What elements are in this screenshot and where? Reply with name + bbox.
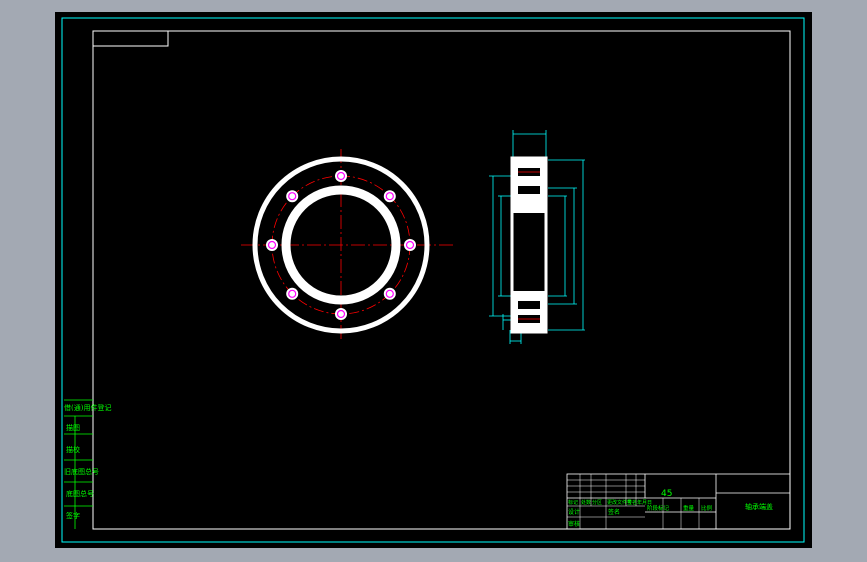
outer-frame: [61, 17, 805, 543]
stamp-label-base-no: 底图总号: [66, 489, 94, 498]
drawing-code-box: [92, 30, 169, 47]
stamp-label-trace: 描图: [66, 423, 80, 432]
front-view: [241, 149, 455, 342]
bolt-hole-5: [335, 308, 347, 320]
col-label-sign: 签名: [627, 499, 637, 506]
bolt-hole-2: [383, 190, 396, 203]
cad-drawing: 借(通)用件登记 描图 描校 旧底图总号 底图总号 签字 45 轴承端盖 标记 …: [61, 17, 805, 543]
lower-label-scale: 比例: [701, 504, 713, 512]
material-value: 45: [661, 489, 672, 499]
lower-flange-section: [512, 291, 546, 333]
col-label-count: 处数: [581, 499, 591, 506]
row-label-mark: 标记: [568, 499, 578, 506]
stamp-label-old-no: 旧底图总号: [64, 467, 99, 476]
sign-label: 签名: [608, 508, 620, 516]
inner-frame: [92, 30, 791, 530]
drawing-sheet: 借(通)用件登记 描图 描校 旧底图总号 底图总号 签字 45 轴承端盖 标记 …: [55, 12, 812, 548]
part-name: 轴承端盖: [745, 502, 773, 511]
bolt-hole-7: [266, 239, 278, 251]
lower-groove: [518, 301, 540, 309]
upper-groove: [518, 186, 540, 194]
upper-flange-section: [512, 158, 546, 213]
bolt-hole-8: [286, 190, 299, 203]
bolt-hole-4: [383, 287, 396, 300]
bolt-hole-6: [286, 287, 299, 300]
section-view: [489, 130, 585, 344]
row-label-review: 审核: [568, 520, 580, 528]
stamp-label-sign: 签字: [66, 511, 80, 520]
lower-label-stage: 阶段标记: [647, 504, 670, 512]
bolt-hole-3: [404, 239, 416, 251]
stamp-label-reg: 借(通)用件登记: [64, 403, 111, 412]
bolt-hole-1: [335, 170, 347, 182]
stamp-label-check: 描校: [66, 445, 80, 454]
side-stamp-table: 借(通)用件登记 描图 描校 旧底图总号 底图总号 签字: [64, 399, 111, 529]
row-label-design: 设计: [568, 508, 580, 516]
col-label-date: 年月日: [637, 499, 652, 506]
lower-label-weight: 重量: [683, 504, 695, 512]
title-block: 45 轴承端盖 标记 处数 分区 更改文件号 签名 年月日 设计 审核 签名 阶…: [566, 473, 791, 530]
col-label-zone: 分区: [592, 499, 602, 506]
